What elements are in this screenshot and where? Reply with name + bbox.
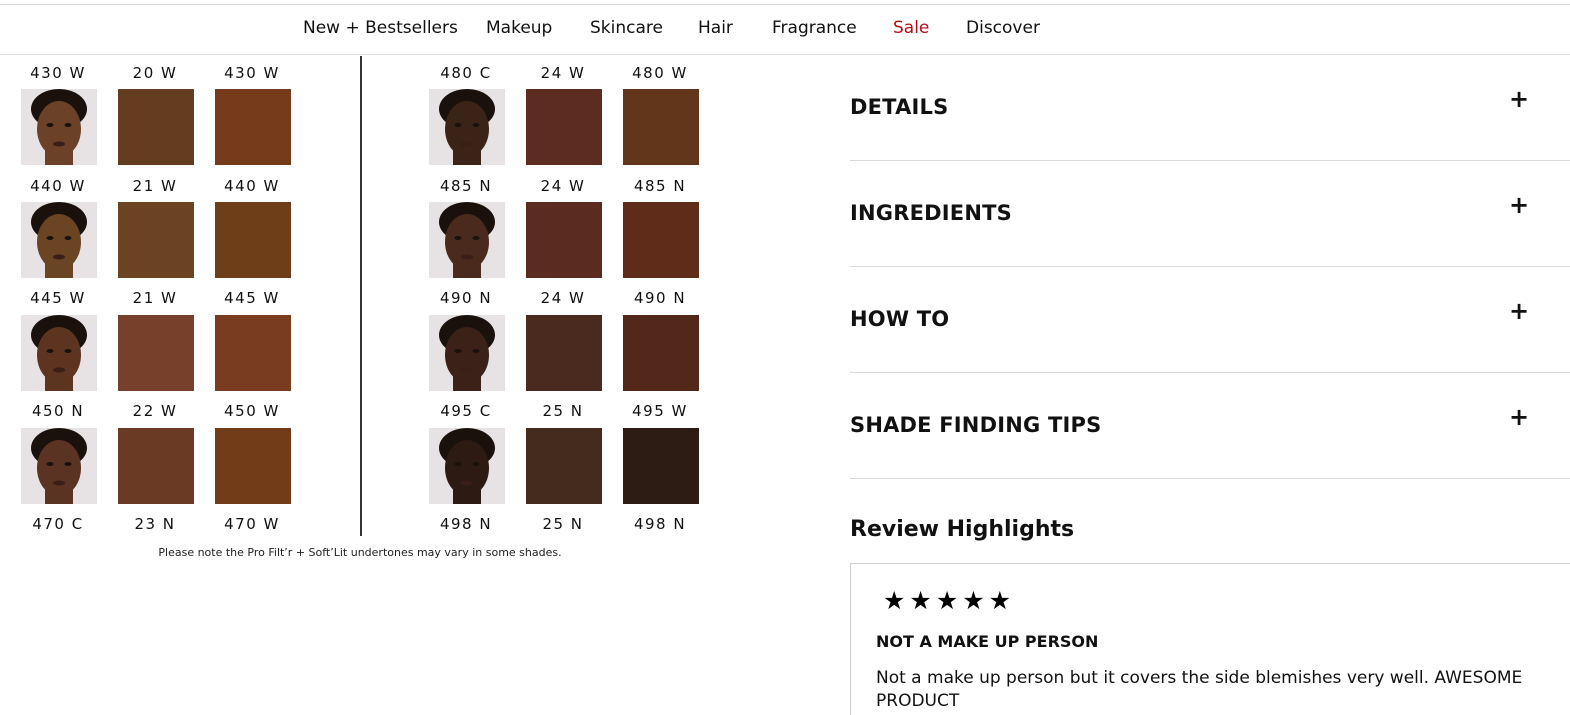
shade-label: 470 C <box>32 515 84 533</box>
shade-label: 470 W <box>224 515 280 533</box>
accordion-title: INGREDIENTS <box>850 201 1012 225</box>
model-face-image <box>21 428 97 504</box>
shade-label: 445 W <box>224 289 280 307</box>
shade-label: 22 W <box>132 402 178 420</box>
model-face-image <box>21 315 97 391</box>
shade-label: 23 N <box>134 515 176 533</box>
shade-swatch <box>118 202 194 278</box>
shade-label: 430 W <box>30 64 86 82</box>
shade-label: 495 W <box>632 402 688 420</box>
shade-swatch <box>623 89 699 165</box>
plus-icon[interactable]: + <box>1509 403 1529 431</box>
review-card: ★★★★★ NOT A MAKE UP PERSON Not a make up… <box>850 563 1570 715</box>
nav-fragrance[interactable]: Fragrance <box>772 18 857 38</box>
plus-icon[interactable]: + <box>1509 297 1529 325</box>
nav-new-bestsellers[interactable]: New + Bestsellers <box>303 18 458 38</box>
shade-swatch <box>215 202 291 278</box>
accordion-ingredients[interactable]: INGREDIENTS + <box>850 161 1570 267</box>
shade-swatch <box>215 428 291 504</box>
shade-label: 485 N <box>633 177 687 195</box>
shade-swatch <box>118 89 194 165</box>
plus-icon[interactable]: + <box>1509 191 1529 219</box>
shade-label: 490 N <box>439 289 493 307</box>
accordion-details[interactable]: DETAILS + <box>850 55 1570 161</box>
shade-label: 495 C <box>440 402 492 420</box>
shade-label: 24 W <box>540 64 586 82</box>
model-face-image <box>429 315 505 391</box>
shade-label: 25 N <box>542 402 584 420</box>
star-rating-icon: ★★★★★ <box>883 586 1016 615</box>
shade-label: 498 N <box>633 515 687 533</box>
shade-label: 450 W <box>224 402 280 420</box>
top-nav: New + Bestsellers Makeup Skincare Hair F… <box>0 4 1570 55</box>
shade-label: 24 W <box>540 289 586 307</box>
accordion-title: DETAILS <box>850 95 949 119</box>
model-face-image <box>21 202 97 278</box>
shade-label: 450 N <box>31 402 85 420</box>
accordion-shade-finding-tips[interactable]: SHADE FINDING TIPS + <box>850 373 1570 479</box>
shade-label: 480 W <box>632 64 688 82</box>
model-face-image <box>21 89 97 165</box>
shade-swatch <box>118 428 194 504</box>
shade-label: 490 N <box>633 289 687 307</box>
shade-label: 498 N <box>439 515 493 533</box>
shade-swatch <box>623 428 699 504</box>
shade-swatch <box>623 315 699 391</box>
shade-swatch <box>526 315 602 391</box>
chart-divider <box>360 56 362 536</box>
model-face-image <box>429 428 505 504</box>
nav-hair[interactable]: Hair <box>698 18 733 38</box>
shade-label: 445 W <box>30 289 86 307</box>
shade-swatch <box>215 315 291 391</box>
shade-label: 21 W <box>132 289 178 307</box>
shade-swatch <box>526 202 602 278</box>
shade-swatch <box>215 89 291 165</box>
shade-swatch <box>623 202 699 278</box>
shade-swatch <box>118 315 194 391</box>
shade-label: 21 W <box>132 177 178 195</box>
nav-makeup[interactable]: Makeup <box>486 18 552 38</box>
nav-skincare[interactable]: Skincare <box>590 18 663 38</box>
plus-icon[interactable]: + <box>1509 85 1529 113</box>
accordion-title: SHADE FINDING TIPS <box>850 413 1102 437</box>
shade-note: Please note the Pro Filt’r + Soft’Lit un… <box>158 546 562 559</box>
shade-label: 480 C <box>440 64 492 82</box>
shade-label: 440 W <box>224 177 280 195</box>
nav-discover[interactable]: Discover <box>966 18 1040 38</box>
model-face-image <box>429 89 505 165</box>
review-highlights-heading: Review Highlights <box>850 517 1075 542</box>
nav-sale[interactable]: Sale <box>893 18 929 38</box>
shade-swatch <box>526 89 602 165</box>
shade-label: 24 W <box>540 177 586 195</box>
shade-label: 20 W <box>132 64 178 82</box>
accordion-how-to[interactable]: HOW TO + <box>850 267 1570 373</box>
accordion-title: HOW TO <box>850 307 950 331</box>
shade-label: 430 W <box>224 64 280 82</box>
review-body: Not a make up person but it covers the s… <box>876 668 1523 711</box>
shade-label: 485 N <box>439 177 493 195</box>
shade-chart: Please note the Pro Filt’r + Soft’Lit un… <box>0 56 740 566</box>
review-title: NOT A MAKE UP PERSON <box>876 632 1099 651</box>
model-face-image <box>429 202 505 278</box>
shade-label: 440 W <box>30 177 86 195</box>
shade-label: 25 N <box>542 515 584 533</box>
shade-swatch <box>526 428 602 504</box>
